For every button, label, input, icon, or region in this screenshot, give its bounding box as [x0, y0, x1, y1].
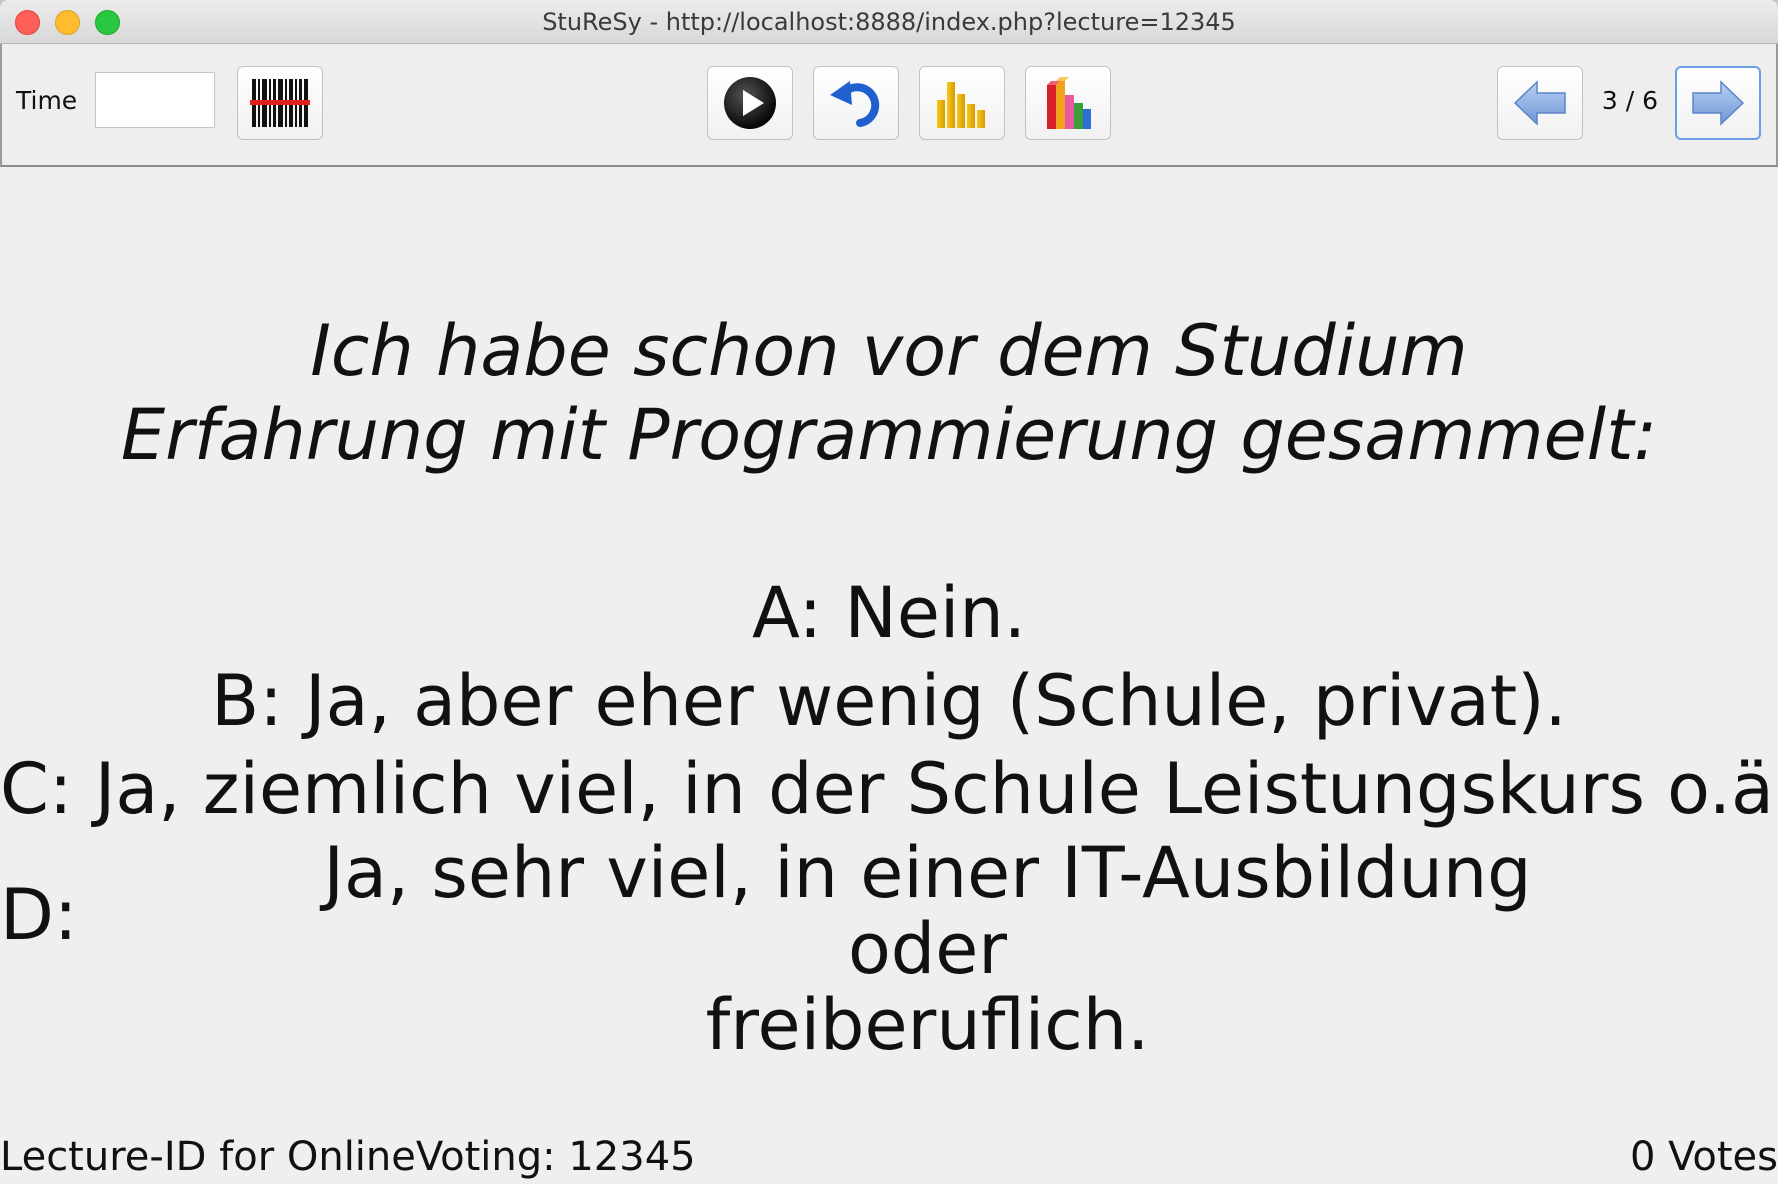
bar-chart-icon — [937, 82, 985, 128]
answer-c: C: Ja, ziemlich viel, in der Schule Leis… — [0, 748, 1778, 830]
left-arrow-icon — [1513, 80, 1566, 126]
question-panel: Ich habe schon vor dem Studium Erfahrung… — [0, 167, 1778, 1184]
reset-button[interactable] — [813, 66, 899, 140]
title-bar: StuReSy - http://localhost:8888/index.ph… — [0, 0, 1778, 44]
answer-a: A: Nein. — [752, 572, 1026, 654]
time-input[interactable] — [95, 72, 215, 128]
barcode-button[interactable] — [237, 66, 323, 140]
answer-d-label: D: — [0, 874, 78, 956]
app-window: StuReSy - http://localhost:8888/index.ph… — [0, 0, 1778, 1184]
page-indicator: 3 / 6 — [1601, 86, 1659, 115]
3d-chart-icon — [1047, 77, 1091, 129]
undo-icon — [830, 81, 880, 127]
question-line: Erfahrung mit Programmierung gesammelt: — [120, 394, 1658, 476]
histogram-button[interactable] — [919, 66, 1005, 140]
answer-d-line: Ja, sehr viel, in einer IT-Ausbildung od… — [323, 832, 1532, 990]
right-arrow-icon — [1692, 80, 1745, 126]
question-text: Ich habe schon vor dem Studium Erfahrung… — [0, 309, 1778, 477]
question-line: Ich habe schon vor dem Studium — [310, 310, 1468, 392]
previous-question-button[interactable] — [1497, 66, 1583, 140]
time-label: Time — [16, 86, 78, 115]
lecture-id-label: Lecture-ID for OnlineVoting: 12345 — [0, 1134, 696, 1180]
toolbar: Time 3 / 6 — [0, 44, 1778, 167]
next-question-button[interactable] — [1675, 66, 1761, 140]
play-icon — [724, 77, 776, 129]
barcode-icon — [250, 79, 310, 127]
window-title: StuReSy - http://localhost:8888/index.ph… — [542, 8, 1236, 36]
votes-count: 0 Votes — [1629, 1134, 1778, 1180]
answer-b: B: Ja, aber eher wenig (Schule, privat). — [211, 660, 1567, 742]
chart-3d-button[interactable] — [1025, 66, 1111, 140]
answer-d-text: Ja, sehr viel, in einer IT-Ausbildung od… — [240, 835, 1615, 1063]
start-voting-button[interactable] — [707, 66, 793, 140]
answer-d-line: freiberuflich. — [705, 984, 1150, 1066]
